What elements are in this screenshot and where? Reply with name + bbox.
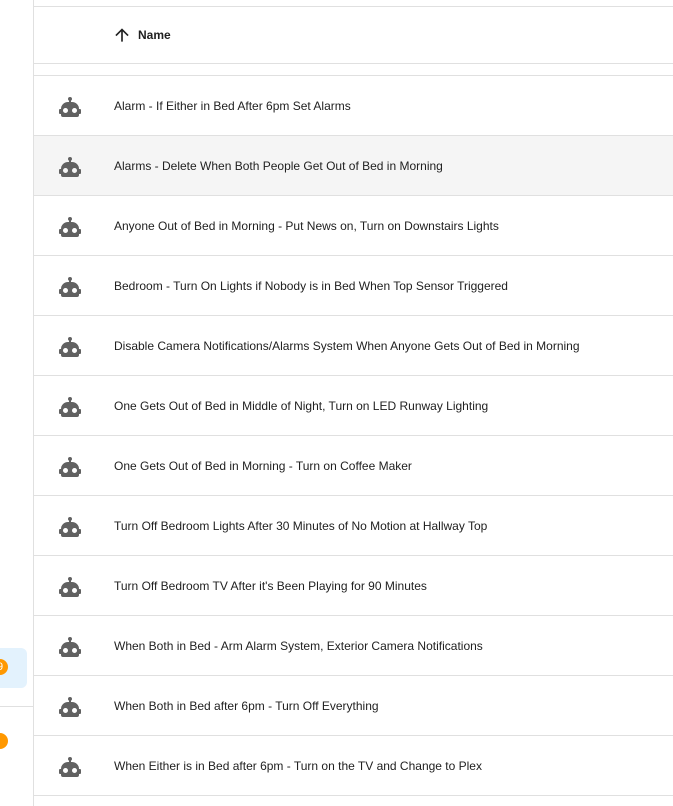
robot-icon [58,215,82,239]
robot-icon [58,95,82,119]
row-label: Anyone Out of Bed in Morning - Put News … [114,219,499,233]
robot-icon [58,335,82,359]
table-row[interactable]: Alarm - If Either in Bed After 6pm Set A… [34,76,673,136]
table-row[interactable]: One Gets Out of Bed in Morning - Turn on… [34,436,673,496]
status-badge [0,733,8,749]
table-row[interactable]: Alarms - Delete When Both People Get Out… [34,136,673,196]
table-row[interactable]: When Either is in Bed after 6pm - Turn o… [34,736,673,796]
table-row[interactable]: Turn Off Bedroom TV After it's Been Play… [34,556,673,616]
row-label: Bedroom - Turn On Lights if Nobody is in… [114,279,508,293]
row-label: Alarms - Delete When Both People Get Out… [114,159,443,173]
column-header-name[interactable]: Name [138,28,171,42]
row-label: One Gets Out of Bed in Morning - Turn on… [114,459,412,473]
table-row[interactable]: When Both in Bed after 6pm - Turn Off Ev… [34,676,673,736]
row-label: Turn Off Bedroom TV After it's Been Play… [114,579,427,593]
table-row[interactable]: One Gets Out of Bed in Middle of Night, … [34,376,673,436]
robot-icon [58,695,82,719]
row-label: One Gets Out of Bed in Middle of Night, … [114,399,489,413]
robot-icon [58,575,82,599]
table-row[interactable]: Turn Off Bedroom Lights After 30 Minutes… [34,496,673,556]
table-header: Name [34,7,673,64]
robot-icon [58,275,82,299]
row-label: When Either is in Bed after 6pm - Turn o… [114,759,482,773]
arrow-up-icon[interactable] [112,25,132,45]
row-label: When Both in Bed - Arm Alarm System, Ext… [114,639,483,653]
robot-icon [58,395,82,419]
robot-icon [58,635,82,659]
table-row[interactable]: Disable Camera Notifications/Alarms Syst… [34,316,673,376]
sidebar-divider [0,706,33,707]
table-row[interactable]: Bedroom - Turn On Lights if Nobody is in… [34,256,673,316]
robot-icon [58,515,82,539]
table-row[interactable]: Anyone Out of Bed in Morning - Put News … [34,196,673,256]
row-label: Disable Camera Notifications/Alarms Syst… [114,339,580,353]
robot-icon [58,755,82,779]
row-label: When Both in Bed after 6pm - Turn Off Ev… [114,699,379,713]
table-body: Alarm - If Either in Bed After 6pm Set A… [34,76,673,796]
automations-table: Name Alarm - If Either in Bed After 6pm … [34,0,673,806]
robot-icon [58,155,82,179]
robot-icon [58,455,82,479]
table-row[interactable]: When Both in Bed - Arm Alarm System, Ext… [34,616,673,676]
row-label: Alarm - If Either in Bed After 6pm Set A… [114,99,351,113]
row-label: Turn Off Bedroom Lights After 30 Minutes… [114,519,488,533]
sidebar: 9 [0,0,34,806]
